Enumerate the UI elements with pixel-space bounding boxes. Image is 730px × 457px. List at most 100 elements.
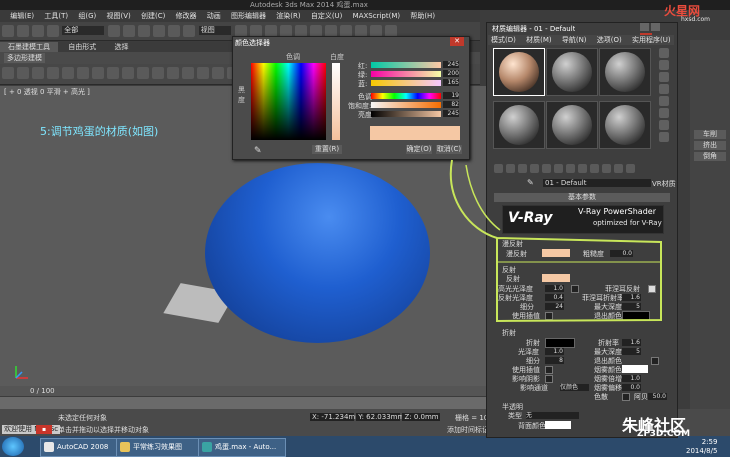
put-to-library-icon[interactable]: [566, 164, 575, 173]
saturation-value-field[interactable]: 82: [443, 101, 459, 108]
display-icon[interactable]: [62, 67, 74, 79]
whiteness-slider[interactable]: [332, 63, 340, 140]
refl-exit-color-swatch[interactable]: [622, 311, 650, 321]
hue-blackness-spectrum[interactable]: [251, 63, 326, 140]
fog-bias-field[interactable]: 0.0: [622, 384, 641, 391]
sphere-icon[interactable]: [92, 67, 104, 79]
menu-help[interactable]: 帮助(H): [410, 10, 435, 22]
get-material-icon[interactable]: [494, 164, 503, 173]
redo-icon[interactable]: [17, 25, 29, 37]
fresnel-checkbox[interactable]: [648, 285, 656, 293]
reflect-color-swatch[interactable]: [542, 274, 570, 282]
z-coordinate-field[interactable]: Z: 0.0mm: [402, 413, 441, 421]
blue-slider[interactable]: [371, 80, 441, 86]
fresnel-ior-field[interactable]: 1.6: [622, 294, 641, 301]
copy-material-icon[interactable]: [542, 164, 551, 173]
menu-create[interactable]: 创建(C): [141, 10, 165, 22]
light-icon[interactable]: [107, 67, 119, 79]
tab-freeform[interactable]: 自由形式: [60, 42, 104, 52]
background-icon[interactable]: [659, 72, 669, 82]
x-coordinate-field[interactable]: X: -71.234mm: [310, 413, 362, 421]
assign-material-icon[interactable]: [518, 164, 527, 173]
material-slot-2[interactable]: [546, 48, 598, 96]
material-slot-3[interactable]: [599, 48, 651, 96]
put-to-scene-icon[interactable]: [506, 164, 515, 173]
refr-exit-color-checkbox[interactable]: [651, 357, 659, 365]
track-bar[interactable]: [0, 397, 498, 409]
refr-use-interpolation-checkbox[interactable]: [545, 366, 553, 374]
create-icon[interactable]: [2, 67, 14, 79]
sample-uv-icon[interactable]: [659, 84, 669, 94]
menu-rendering[interactable]: 渲染(R): [276, 10, 300, 22]
reference-coord-dropdown[interactable]: 视图: [198, 26, 231, 35]
motion-icon[interactable]: [47, 67, 59, 79]
menu-maxscript[interactable]: MAXScript(M): [353, 10, 400, 22]
egg-object[interactable]: [205, 163, 430, 343]
unlink-icon[interactable]: [47, 25, 59, 37]
menu-utilities[interactable]: 实用程序(U): [632, 35, 671, 45]
lathe-button[interactable]: 车削: [694, 130, 726, 139]
torus-icon[interactable]: [212, 67, 224, 79]
refr-max-depth-field[interactable]: 5: [622, 348, 641, 355]
selection-filter-dropdown[interactable]: 全部: [62, 26, 105, 35]
select-by-material-icon[interactable]: [659, 132, 669, 142]
refract-color-swatch[interactable]: [545, 338, 575, 348]
menu-customize[interactable]: 自定义(U): [311, 10, 343, 22]
utilities-icon[interactable]: [77, 67, 89, 79]
reset-button[interactable]: 重置(R): [312, 145, 342, 154]
select-by-name-icon[interactable]: [123, 25, 136, 37]
taskbar-item-folder[interactable]: 平常练习效果图: [116, 438, 204, 457]
undo-icon[interactable]: [2, 25, 14, 37]
menu-animation[interactable]: 动画: [207, 10, 221, 22]
value-value-field[interactable]: 245: [443, 110, 459, 117]
spacewarp-icon[interactable]: [152, 67, 164, 79]
menu-navigation[interactable]: 导航(N): [562, 35, 587, 45]
material-id-icon[interactable]: [578, 164, 587, 173]
extrude-button[interactable]: 挤出: [694, 141, 726, 150]
backlight-icon[interactable]: [659, 60, 669, 70]
scale-icon[interactable]: [183, 25, 196, 37]
options-icon[interactable]: [659, 120, 669, 130]
reset-map-icon[interactable]: [530, 164, 539, 173]
translucency-type-dropdown[interactable]: 无: [526, 412, 579, 419]
hue-slider[interactable]: [371, 93, 441, 99]
hilight-glossiness-field[interactable]: 1.0: [545, 285, 564, 292]
tab-selection[interactable]: 选择: [106, 42, 136, 52]
rect-select-icon[interactable]: [138, 25, 151, 37]
system-clock[interactable]: 2:59 2014/8/5: [686, 438, 717, 456]
hilight-lock-button[interactable]: [571, 285, 579, 293]
refr-subdivs-field[interactable]: 8: [545, 357, 564, 364]
ior-field[interactable]: 1.6: [622, 339, 641, 346]
red-slider[interactable]: [371, 62, 441, 68]
roughness-field[interactable]: 0.0: [610, 250, 633, 257]
hierarchy-icon[interactable]: [32, 67, 44, 79]
make-preview-icon[interactable]: [659, 108, 669, 118]
maximize-icon[interactable]: [651, 23, 661, 31]
affect-channels-dropdown[interactable]: 仅颜色: [560, 384, 589, 391]
diffuse-color-swatch[interactable]: [542, 249, 570, 257]
go-forward-icon[interactable]: [626, 164, 635, 173]
cylinder-icon[interactable]: [197, 67, 209, 79]
dispersion-checkbox[interactable]: [622, 393, 630, 401]
abbe-field[interactable]: 50.0: [648, 393, 667, 400]
modify-icon[interactable]: [17, 67, 29, 79]
close-icon[interactable]: ✕: [450, 37, 464, 46]
saturation-slider[interactable]: [371, 102, 441, 108]
green-value-field[interactable]: 200: [443, 70, 459, 77]
menu-group[interactable]: 组(G): [78, 10, 96, 22]
show-end-result-icon[interactable]: [602, 164, 611, 173]
menu-material[interactable]: 材质(M): [526, 35, 552, 45]
hue-value-field[interactable]: 19: [443, 92, 459, 99]
refl-glossiness-field[interactable]: 0.4: [545, 294, 564, 301]
eyedropper-icon[interactable]: ✎: [254, 146, 262, 156]
refl-max-depth-field[interactable]: 5: [622, 303, 641, 310]
menu-tools[interactable]: 工具(T): [44, 10, 68, 22]
refl-subdivs-field[interactable]: 24: [545, 303, 564, 310]
add-time-tag-button[interactable]: 添加时间标记: [447, 425, 489, 435]
viewport-label[interactable]: [ + 0 透视 0 平滑 + 高光 ]: [4, 87, 90, 97]
make-unique-icon[interactable]: [554, 164, 563, 173]
ok-button[interactable]: 确定(O): [406, 145, 432, 154]
camera-icon[interactable]: [122, 67, 134, 79]
basic-parameters-rollout[interactable]: 基本参数: [494, 193, 670, 202]
y-coordinate-field[interactable]: Y: 62.033mm: [356, 413, 404, 421]
